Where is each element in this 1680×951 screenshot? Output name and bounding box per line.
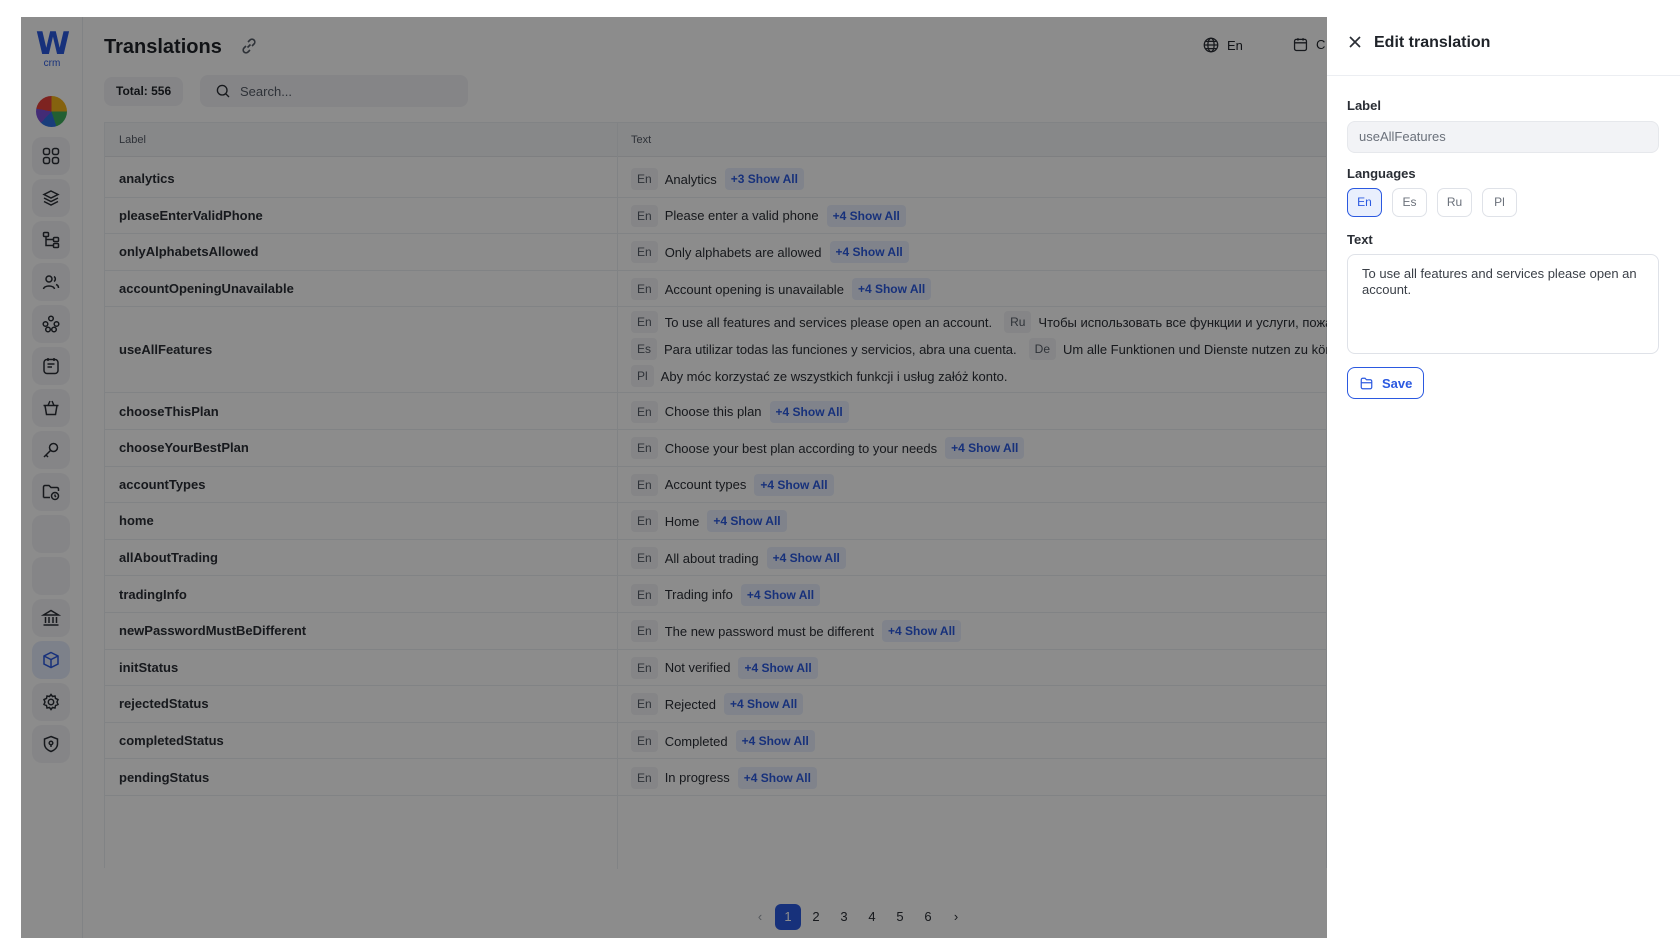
drawer-header: Edit translation xyxy=(1327,0,1680,76)
save-button[interactable]: Save xyxy=(1347,367,1425,399)
text-textarea[interactable]: To use all features and services please … xyxy=(1347,254,1659,354)
language-chip[interactable]: Pl xyxy=(1482,188,1517,217)
language-chip[interactable]: En xyxy=(1347,188,1382,217)
language-selector: En Es Ru Pl xyxy=(1347,188,1517,217)
languages-label: Languages xyxy=(1347,166,1416,181)
edit-translation-drawer: Edit translation Label useAllFeatures La… xyxy=(1327,0,1680,951)
close-icon[interactable] xyxy=(1347,34,1363,50)
app-frame: W crm Translations En C Total: 556 Searc… xyxy=(21,17,1327,938)
label-field-label: Label xyxy=(1347,98,1381,113)
drawer-title: Edit translation xyxy=(1374,34,1491,51)
save-button-label: Save xyxy=(1382,375,1413,391)
language-chip[interactable]: Ru xyxy=(1437,188,1472,217)
modal-overlay[interactable] xyxy=(21,17,1327,938)
text-field-label: Text xyxy=(1347,232,1373,247)
save-icon xyxy=(1360,377,1373,389)
label-input[interactable]: useAllFeatures xyxy=(1347,121,1659,153)
language-chip[interactable]: Es xyxy=(1392,188,1427,217)
